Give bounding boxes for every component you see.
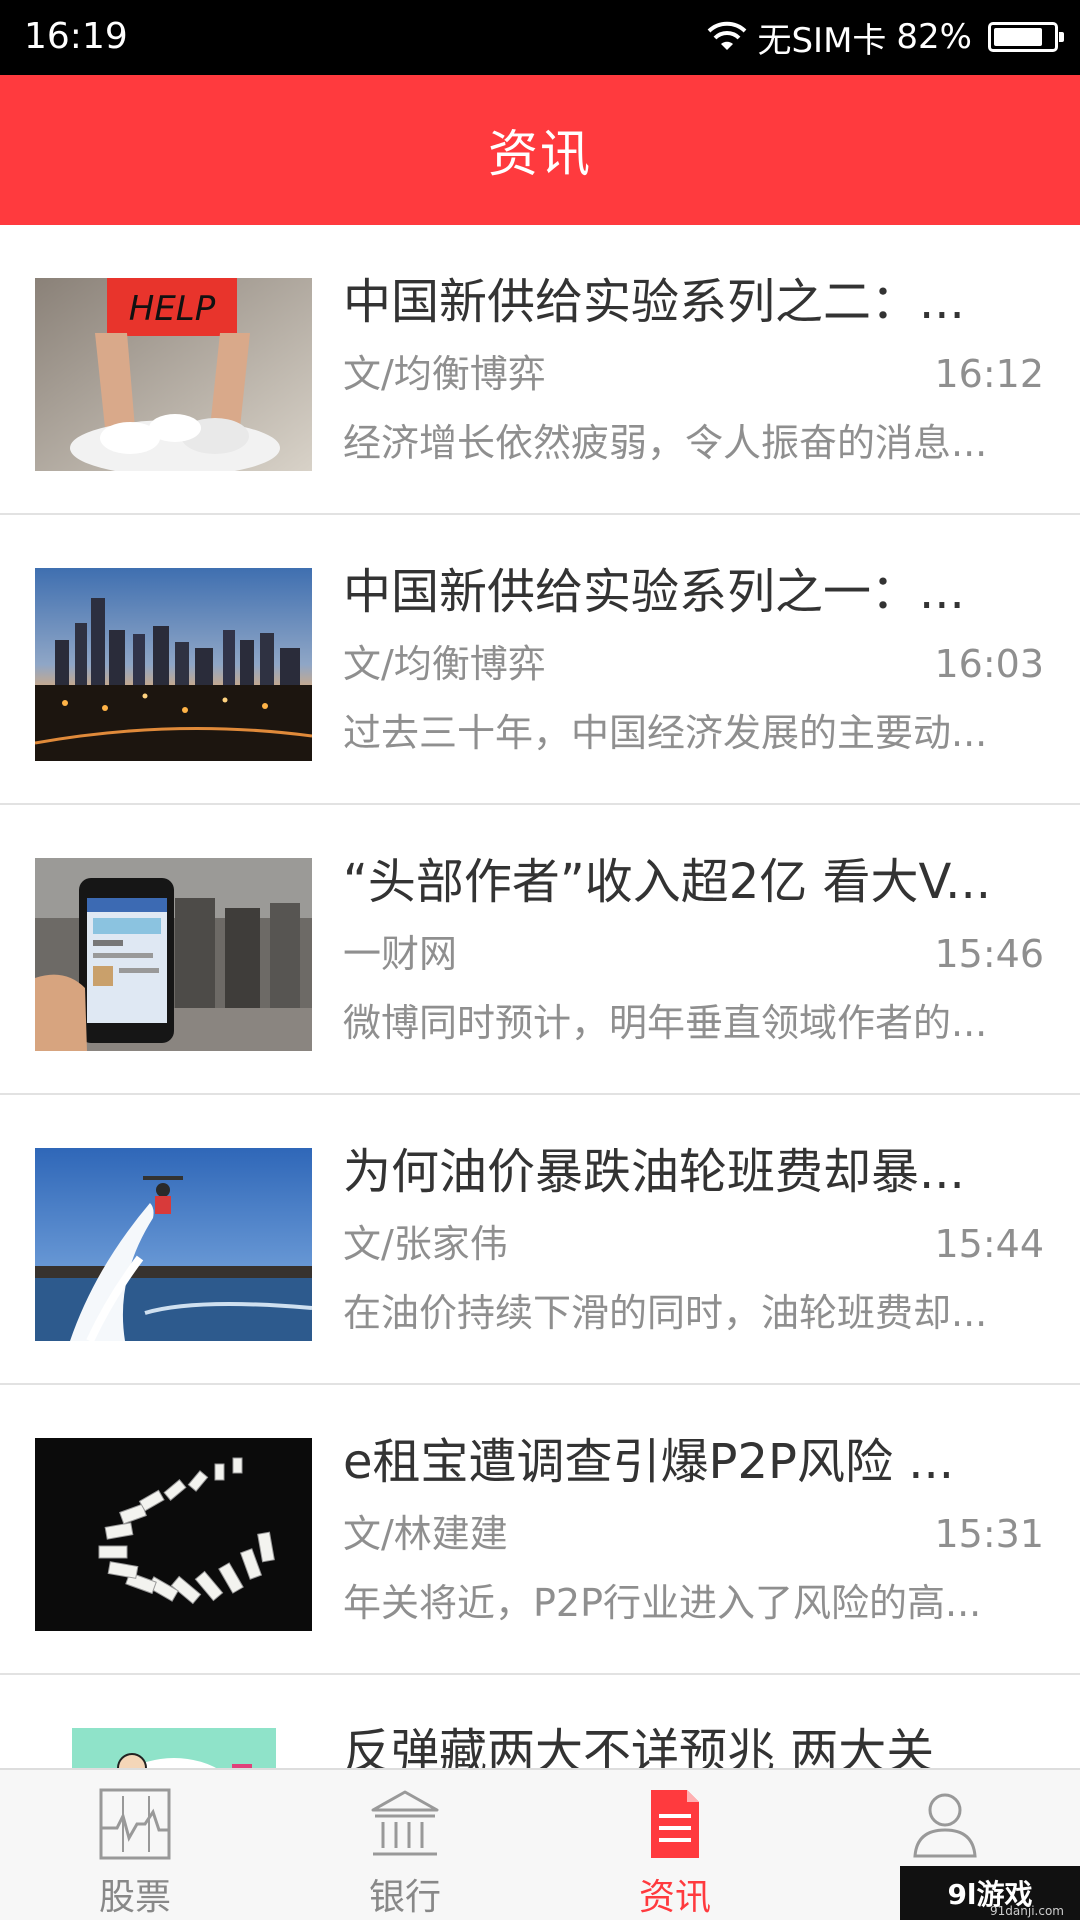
page-title: 资讯: [488, 125, 592, 183]
news-time: 16:12: [934, 352, 1044, 396]
news-source: 文/林建建: [343, 1512, 508, 1556]
news-list[interactable]: HELP 中国新供给实验系列之二：... 文/均衡博弈 16:12 经济增长依然…: [0, 225, 1080, 1768]
nav-label: 资讯: [638, 1877, 711, 1918]
news-thumbnail: [35, 1438, 312, 1631]
user-profile-icon: [913, 1793, 977, 1858]
news-item[interactable]: HELP 中国新供给实验系列之二：... 文/均衡博弈 16:12 经济增长依然…: [0, 225, 1080, 515]
news-source: 文/均衡博弈: [343, 642, 546, 686]
news-thumbnail: [72, 1728, 276, 1768]
news-thumbnail: HELP: [35, 278, 312, 471]
news-summary: 经济增长依然疲弱，令人振奋的消息...: [343, 421, 988, 465]
news-thumbnail: [35, 858, 312, 1051]
news-source: 文/均衡博弈: [343, 352, 546, 396]
news-item[interactable]: e租宝遭调查引爆P2P风险 ... 文/林建建 15:31 年关将近，P2P行业…: [0, 1385, 1080, 1675]
news-time: 15:31: [934, 1512, 1044, 1556]
app-header: 资讯: [0, 75, 1080, 225]
news-thumbnail: [35, 1148, 312, 1341]
news-summary: 在油价持续下滑的同时，油轮班费却...: [343, 1291, 988, 1335]
news-item[interactable]: 反弹藏两大不详预兆 两大关: [0, 1675, 1080, 1768]
nav-item-stocks[interactable]: 股票: [0, 1770, 270, 1920]
news-time: 15:46: [934, 932, 1044, 976]
news-summary: 微博同时预计，明年垂直领域作者的...: [343, 1001, 988, 1045]
news-source: 一财网: [343, 932, 458, 976]
news-title: 反弹藏两大不详预兆 两大关: [343, 1724, 935, 1768]
news-title: e租宝遭调查引爆P2P风险 ...: [343, 1434, 954, 1490]
status-bar: 16:19 无SIM卡 82%: [0, 0, 1080, 75]
nav-item-bank[interactable]: 银行: [270, 1770, 540, 1920]
site-watermark: 9l游戏 91danji.com: [900, 1866, 1080, 1920]
news-summary: 年关将近，P2P行业进入了风险的高...: [343, 1581, 982, 1625]
battery-percent: 82%: [896, 17, 972, 57]
news-time: 15:44: [934, 1222, 1044, 1266]
wifi-icon: [708, 21, 747, 50]
status-time: 16:19: [24, 16, 128, 57]
carrier-label: 无SIM卡: [757, 20, 887, 61]
bank-icon: [371, 1790, 439, 1856]
watermark-subtext: 91danji.com: [990, 1904, 1064, 1918]
news-summary: 过去三十年，中国经济发展的主要动...: [343, 711, 988, 755]
news-title: 中国新供给实验系列之一：...: [343, 564, 965, 620]
news-item[interactable]: 为何油价暴跌油轮班费却暴... 文/张家伟 15:44 在油价持续下滑的同时，油…: [0, 1095, 1080, 1385]
svg-text:HELP: HELP: [129, 289, 216, 329]
stock-chart-icon: [99, 1788, 171, 1860]
news-title: “头部作者”收入超2亿 看大V...: [343, 854, 991, 910]
battery-icon: [988, 22, 1064, 52]
news-thumbnail: [35, 568, 312, 761]
news-document-icon: [651, 1790, 699, 1858]
nav-item-news[interactable]: 资讯: [540, 1770, 810, 1920]
news-title: 中国新供给实验系列之二：...: [343, 274, 965, 330]
news-item[interactable]: “头部作者”收入超2亿 看大V... 一财网 15:46 微博同时预计，明年垂直…: [0, 805, 1080, 1095]
news-title: 为何油价暴跌油轮班费却暴...: [343, 1144, 965, 1200]
news-time: 16:03: [934, 642, 1044, 686]
news-item[interactable]: 中国新供给实验系列之一：... 文/均衡博弈 16:03 过去三十年，中国经济发…: [0, 515, 1080, 805]
nav-label: 银行: [368, 1877, 441, 1918]
nav-label: 股票: [98, 1877, 171, 1918]
news-source: 文/张家伟: [343, 1222, 508, 1266]
